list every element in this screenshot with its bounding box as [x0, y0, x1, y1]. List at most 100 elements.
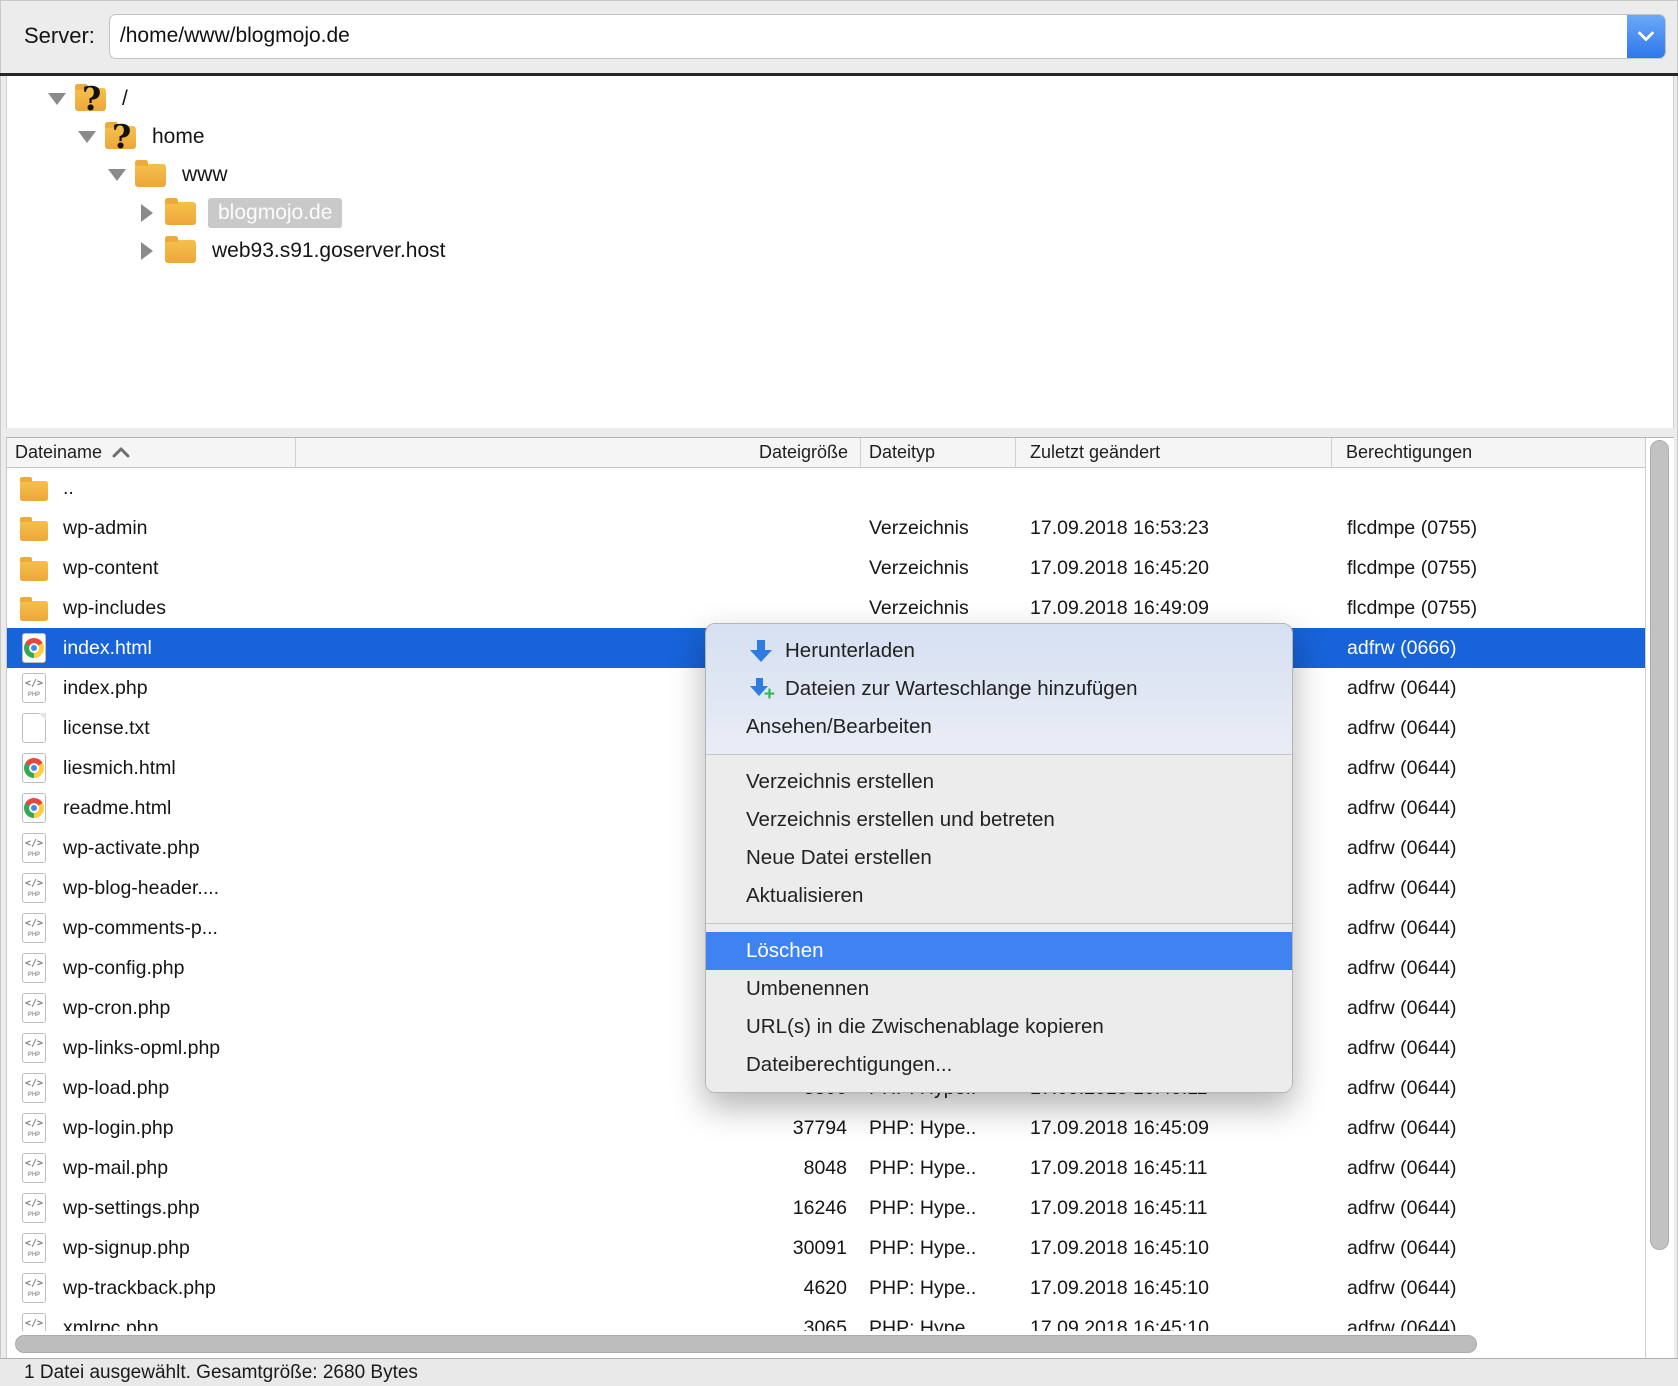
column-header-berechtigungen[interactable]: Berechtigungen [1332, 438, 1645, 467]
folder-icon [135, 164, 166, 187]
status-bar: 1 Datei ausgewählt. Gesamtgröße: 2680 By… [0, 1358, 1678, 1386]
menu-section: + Herunterladen + Dateien zur Warteschla… [706, 624, 1292, 754]
file-name: wp-trackback.php [63, 1277, 216, 1300]
file-type: Verzeichnis [861, 597, 1016, 620]
file-row[interactable]: wp-trackback.php 4620 PHP: Hype.. 17.09.… [7, 1268, 1645, 1308]
file-size: 30091 [296, 1237, 861, 1260]
file-row[interactable]: wp-content Verzeichnis 17.09.2018 16:45:… [7, 548, 1645, 588]
file-name-cell: wp-config.php [7, 952, 296, 984]
menu-section: + Löschen + Umbenennen + URL(s) in die Z… [706, 924, 1292, 1092]
html-file-icon [19, 752, 49, 784]
context-menu-item[interactable]: + Löschen [706, 932, 1292, 970]
file-name-cell: wp-mail.php [7, 1152, 296, 1184]
folder-file-icon [19, 472, 49, 504]
file-modified: 17.09.2018 16:45:10 [1016, 1317, 1332, 1332]
context-menu-item[interactable]: + Umbenennen [706, 970, 1292, 1008]
file-type: PHP: Hype.. [861, 1157, 1016, 1180]
disclosure-triangle-icon[interactable] [47, 93, 67, 105]
directory-tree-pane: / home www blogmojo.de web93.s91.goserve… [6, 76, 1674, 428]
file-name: readme.html [63, 797, 171, 820]
tree-item-label: / [122, 87, 128, 111]
file-row[interactable]: wp-signup.php 30091 PHP: Hype.. 17.09.20… [7, 1228, 1645, 1268]
server-path-input[interactable] [110, 15, 1627, 58]
file-type: PHP: Hype.. [861, 1197, 1016, 1220]
file-name: license.txt [63, 717, 150, 740]
column-header-dateigroesse[interactable]: Dateigröße [296, 438, 861, 467]
status-text: 1 Datei ausgewählt. Gesamtgröße: 2680 By… [24, 1362, 418, 1384]
context-menu-item[interactable]: + URL(s) in die Zwischenablage kopieren [706, 1008, 1292, 1046]
file-permissions: flcdmpe (0755) [1332, 597, 1645, 620]
file-size: 3065 [296, 1317, 861, 1332]
ftp-client-window: Server: / home www blogmojo.de web93.s91… [0, 0, 1678, 1386]
file-name: wp-signup.php [63, 1237, 190, 1260]
file-permissions: adfrw (0644) [1332, 917, 1645, 940]
file-row[interactable]: .. [7, 468, 1645, 508]
file-name-cell: wp-settings.php [7, 1192, 296, 1224]
file-type: PHP: Hype.. [861, 1277, 1016, 1300]
file-name-cell: wp-admin [7, 512, 296, 544]
file-modified: 17.09.2018 16:49:09 [1016, 597, 1332, 620]
tree-item-label: www [182, 163, 228, 187]
file-name-cell: wp-content [7, 552, 296, 584]
html-file-icon [19, 632, 49, 664]
file-row[interactable]: wp-mail.php 8048 PHP: Hype.. 17.09.2018 … [7, 1148, 1645, 1188]
file-row[interactable]: xmlrpc.php 3065 PHP: Hype.. 17.09.2018 1… [7, 1308, 1645, 1331]
context-menu-item[interactable]: + Aktualisieren [706, 877, 1292, 915]
file-permissions: adfrw (0644) [1332, 1277, 1645, 1300]
tree-item[interactable]: / [7, 80, 1673, 118]
file-name: index.php [63, 677, 148, 700]
column-header-dateityp[interactable]: Dateityp [861, 438, 1016, 467]
disclosure-triangle-icon[interactable] [107, 169, 127, 181]
file-modified: 17.09.2018 16:53:23 [1016, 517, 1332, 540]
file-name: wp-settings.php [63, 1197, 200, 1220]
disclosure-triangle-icon[interactable] [137, 204, 157, 222]
file-name-cell: .. [7, 472, 296, 504]
file-row[interactable]: wp-includes Verzeichnis 17.09.2018 16:49… [7, 588, 1645, 628]
folder-file-icon [19, 592, 49, 624]
php-file-icon [19, 992, 49, 1024]
context-menu-item[interactable]: + Verzeichnis erstellen [706, 763, 1292, 801]
file-name: liesmich.html [63, 757, 176, 780]
context-menu-item[interactable]: + Verzeichnis erstellen und betreten [706, 801, 1292, 839]
php-file-icon [19, 1232, 49, 1264]
tree-item[interactable]: home [7, 118, 1673, 156]
file-permissions: adfrw (0644) [1332, 717, 1645, 740]
context-menu-item[interactable]: + Dateien zur Warteschlange hinzufügen [706, 670, 1292, 708]
context-menu-item[interactable]: + Neue Datei erstellen [706, 839, 1292, 877]
file-name: wp-activate.php [63, 837, 200, 860]
unknown-folder-icon [75, 88, 106, 111]
file-size: 37794 [296, 1117, 861, 1140]
file-name-cell: liesmich.html [7, 752, 296, 784]
context-menu-item[interactable]: + Dateiberechtigungen... [706, 1046, 1292, 1084]
php-file-icon [19, 912, 49, 944]
horizontal-scrollbar-thumb[interactable] [15, 1335, 1477, 1353]
php-file-icon [19, 1032, 49, 1064]
tree-item[interactable]: blogmojo.de [7, 194, 1673, 232]
file-permissions: adfrw (0644) [1332, 1117, 1645, 1140]
file-type: Verzeichnis [861, 517, 1016, 540]
column-header-dateiname[interactable]: Dateiname [7, 438, 296, 467]
tree-item[interactable]: web93.s91.goserver.host [7, 232, 1673, 270]
file-name: wp-config.php [63, 957, 184, 980]
file-name-cell: wp-links-opml.php [7, 1032, 296, 1064]
file-name-cell: wp-signup.php [7, 1232, 296, 1264]
context-menu-item[interactable]: + Ansehen/Bearbeiten [706, 708, 1292, 746]
column-header-zuletzt-geaendert[interactable]: Zuletzt geändert [1016, 438, 1332, 467]
vertical-scrollbar-thumb[interactable] [1650, 440, 1669, 1250]
tree-item[interactable]: www [7, 156, 1673, 194]
file-name-cell: wp-comments-p... [7, 912, 296, 944]
file-size: 16246 [296, 1197, 861, 1220]
file-row[interactable]: wp-admin Verzeichnis 17.09.2018 16:53:23… [7, 508, 1645, 548]
vertical-scrollbar-track[interactable] [1646, 438, 1674, 1358]
disclosure-triangle-icon[interactable] [137, 242, 157, 260]
file-permissions: adfrw (0644) [1332, 1077, 1645, 1100]
file-name-cell: license.txt [7, 712, 296, 744]
file-row[interactable]: wp-login.php 37794 PHP: Hype.. 17.09.201… [7, 1108, 1645, 1148]
disclosure-triangle-icon[interactable] [77, 131, 97, 143]
file-name: wp-blog-header.... [63, 877, 219, 900]
context-menu-item[interactable]: + Herunterladen [706, 632, 1292, 670]
file-row[interactable]: wp-settings.php 16246 PHP: Hype.. 17.09.… [7, 1188, 1645, 1228]
file-permissions: adfrw (0666) [1332, 637, 1645, 660]
file-name: wp-login.php [63, 1117, 174, 1140]
server-history-dropdown-button[interactable] [1627, 15, 1665, 58]
